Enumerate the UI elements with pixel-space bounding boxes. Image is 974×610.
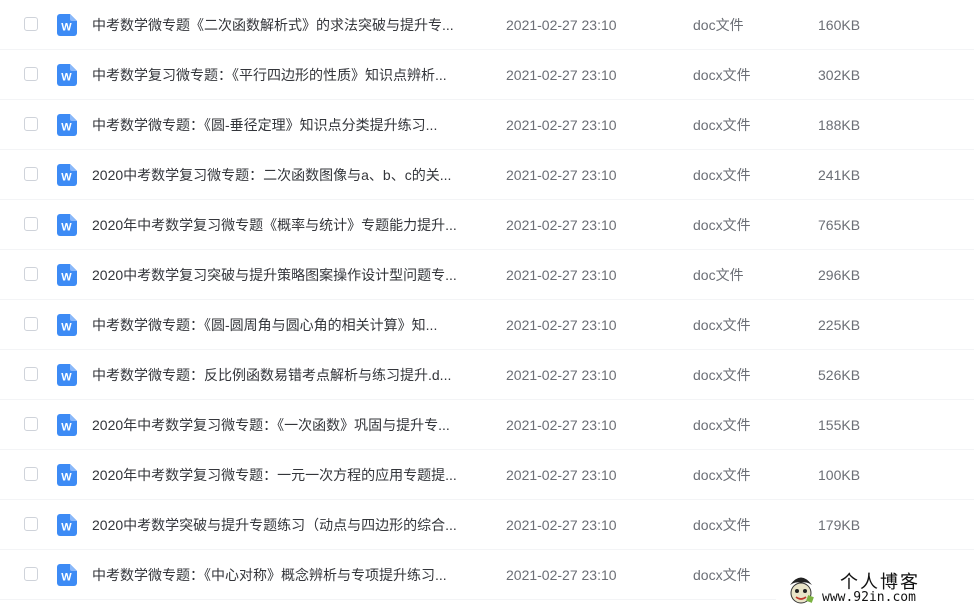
file-row[interactable]: W 中考数学微专题《二次函数解析式》的求法突破与提升专... 2021-02-2… [0, 0, 974, 50]
svg-text:W: W [61, 72, 72, 84]
row-checkbox[interactable] [24, 317, 38, 331]
file-name[interactable]: 2020年中考数学复习微专题：一元一次方程的应用专题提... [92, 450, 488, 500]
file-row[interactable]: W 2020年中考数学复习微专题：一元一次方程的应用专题提... 2021-02… [0, 450, 974, 500]
svg-text:W: W [61, 22, 72, 34]
watermark-url: www.92in.com [822, 590, 916, 605]
file-name[interactable]: 2020年中考数学复习微专题《概率与统计》专题能力提升... [92, 200, 488, 250]
row-checkbox[interactable] [24, 267, 38, 281]
word-doc-icon: W [57, 114, 77, 136]
file-name[interactable]: 2020中考数学突破与提升专题练习（动点与四边形的综合... [92, 500, 488, 550]
svg-text:W: W [61, 172, 72, 184]
file-type: docx文件 [693, 317, 751, 333]
svg-text:W: W [61, 122, 72, 134]
file-name[interactable]: 中考数学微专题：《圆-垂径定理》知识点分类提升练习... [92, 100, 488, 150]
row-checkbox[interactable] [24, 567, 38, 581]
word-doc-icon: W [57, 264, 77, 286]
file-size: 225KB [818, 317, 861, 333]
file-modified-time: 2021-02-27 23:10 [506, 167, 617, 183]
file-row[interactable]: W 2020中考数学复习突破与提升策略图案操作设计型问题专... 2021-02… [0, 250, 974, 300]
word-doc-icon: W [57, 464, 77, 486]
file-row[interactable]: W 2020年中考数学复习微专题：《一次函数》巩固与提升专... 2021-02… [0, 400, 974, 450]
row-checkbox[interactable] [24, 17, 38, 31]
svg-text:W: W [61, 472, 72, 484]
word-doc-icon: W [57, 314, 77, 336]
svg-text:W: W [61, 372, 72, 384]
file-row[interactable]: W 中考数学复习微专题：《平行四边形的性质》知识点辨析... 2021-02-2… [0, 50, 974, 100]
word-doc-icon: W [57, 64, 77, 86]
file-type: docx文件 [693, 117, 751, 133]
file-size: 160KB [818, 17, 861, 33]
file-type: docx文件 [693, 417, 751, 433]
file-modified-time: 2021-02-27 23:10 [506, 467, 617, 483]
word-doc-icon: W [57, 414, 77, 436]
svg-text:W: W [61, 522, 72, 534]
file-modified-time: 2021-02-27 23:10 [506, 417, 617, 433]
file-size: 526KB [818, 367, 861, 383]
file-size: 765KB [818, 217, 861, 233]
row-checkbox[interactable] [24, 517, 38, 531]
file-modified-time: 2021-02-27 23:10 [506, 117, 617, 133]
file-type: docx文件 [693, 217, 751, 233]
word-doc-icon: W [57, 514, 77, 536]
file-name[interactable]: 中考数学微专题：反比例函数易错考点解析与练习提升.d... [92, 350, 488, 400]
file-type: docx文件 [693, 67, 751, 83]
file-size: 241KB [818, 167, 861, 183]
file-size: 155KB [818, 417, 861, 433]
file-size: 296KB [818, 267, 861, 283]
file-name[interactable]: 2020年中考数学复习微专题：《一次函数》巩固与提升专... [92, 400, 488, 450]
word-doc-icon: W [57, 214, 77, 236]
word-doc-icon: W [57, 14, 77, 36]
row-checkbox[interactable] [24, 67, 38, 81]
file-name[interactable]: 2020中考数学复习突破与提升策略图案操作设计型问题专... [92, 250, 488, 300]
file-row[interactable]: W 中考数学微专题：《圆-垂径定理》知识点分类提升练习... 2021-02-2… [0, 100, 974, 150]
word-doc-icon: W [57, 564, 77, 586]
svg-text:W: W [61, 222, 72, 234]
file-modified-time: 2021-02-27 23:10 [506, 217, 617, 233]
file-list: W 中考数学微专题《二次函数解析式》的求法突破与提升专... 2021-02-2… [0, 0, 974, 600]
file-name[interactable]: 2020中考数学复习微专题：二次函数图像与a、b、c的关... [92, 150, 488, 200]
row-checkbox[interactable] [24, 367, 38, 381]
row-checkbox[interactable] [24, 117, 38, 131]
file-row[interactable]: W 2020年中考数学复习微专题《概率与统计》专题能力提升... 2021-02… [0, 200, 974, 250]
file-size: 100KB [818, 467, 861, 483]
file-modified-time: 2021-02-27 23:10 [506, 367, 617, 383]
word-doc-icon: W [57, 364, 77, 386]
file-type: docx文件 [693, 167, 751, 183]
svg-text:W: W [61, 422, 72, 434]
file-row[interactable]: W 中考数学微专题：反比例函数易错考点解析与练习提升.d... 2021-02-… [0, 350, 974, 400]
word-doc-icon: W [57, 164, 77, 186]
file-row[interactable]: W 中考数学微专题：《圆-圆周角与圆心角的相关计算》知... 2021-02-2… [0, 300, 974, 350]
file-row[interactable]: W 2020中考数学复习微专题：二次函数图像与a、b、c的关... 2021-0… [0, 150, 974, 200]
file-type: docx文件 [693, 467, 751, 483]
file-size: 188KB [818, 117, 861, 133]
file-size: 179KB [818, 517, 861, 533]
row-checkbox[interactable] [24, 467, 38, 481]
file-modified-time: 2021-02-27 23:10 [506, 267, 617, 283]
file-type: docx文件 [693, 367, 751, 383]
file-type: doc文件 [693, 17, 744, 33]
file-modified-time: 2021-02-27 23:10 [506, 517, 617, 533]
blog-watermark: 个人博客 www.92in.com [776, 566, 974, 610]
file-type: docx文件 [693, 567, 751, 583]
svg-text:W: W [61, 572, 72, 584]
svg-text:W: W [61, 322, 72, 334]
file-row[interactable]: W 2020中考数学突破与提升专题练习（动点与四边形的综合... 2021-02… [0, 500, 974, 550]
file-name[interactable]: 中考数学微专题《二次函数解析式》的求法突破与提升专... [92, 0, 488, 50]
row-checkbox[interactable] [24, 167, 38, 181]
file-modified-time: 2021-02-27 23:10 [506, 567, 617, 583]
file-modified-time: 2021-02-27 23:10 [506, 317, 617, 333]
file-type: docx文件 [693, 517, 751, 533]
file-size: 302KB [818, 67, 861, 83]
svg-text:W: W [61, 272, 72, 284]
file-name[interactable]: 中考数学微专题：《圆-圆周角与圆心角的相关计算》知... [92, 300, 488, 350]
file-modified-time: 2021-02-27 23:10 [506, 17, 617, 33]
mascot-logo-icon [786, 572, 816, 604]
row-checkbox[interactable] [24, 217, 38, 231]
file-type: doc文件 [693, 267, 744, 283]
file-name[interactable]: 中考数学复习微专题：《平行四边形的性质》知识点辨析... [92, 50, 488, 100]
row-checkbox[interactable] [24, 417, 38, 431]
file-modified-time: 2021-02-27 23:10 [506, 67, 617, 83]
file-name[interactable]: 中考数学微专题：《中心对称》概念辨析与专项提升练习... [92, 550, 488, 600]
